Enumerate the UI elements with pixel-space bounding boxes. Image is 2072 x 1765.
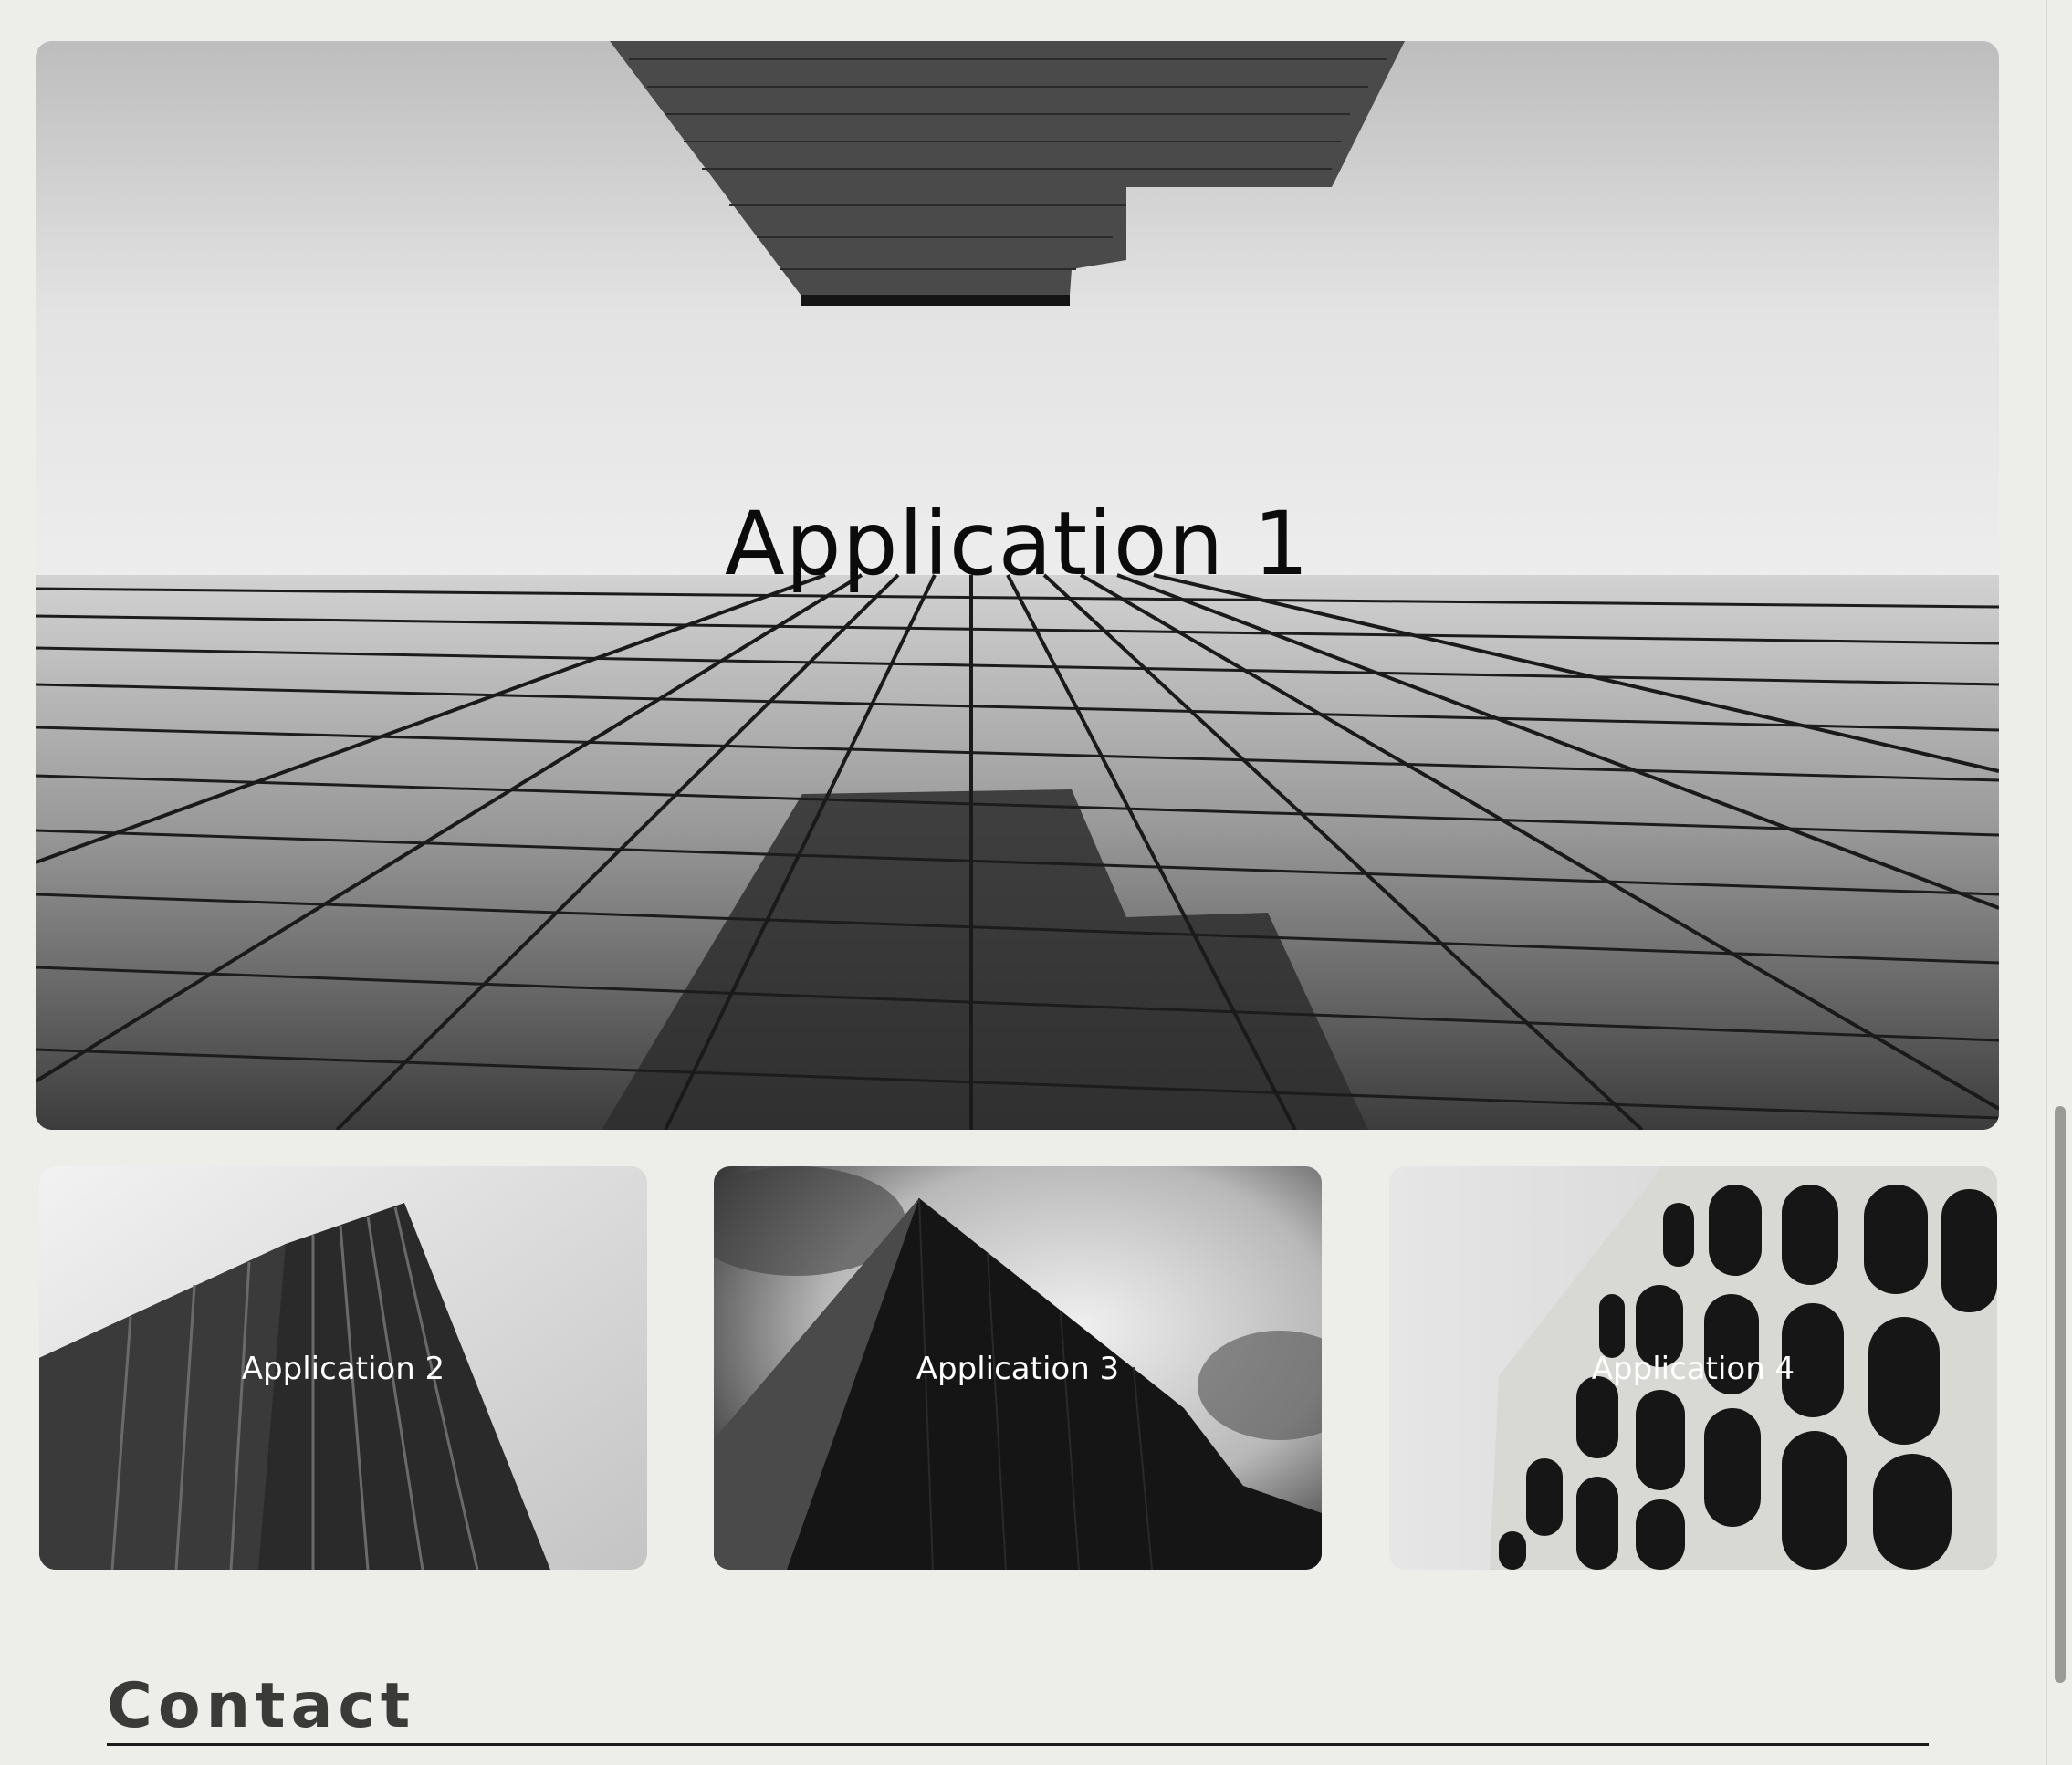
application-3-card[interactable]: Application 3	[714, 1166, 1322, 1570]
application-4-card[interactable]: Application 4	[1389, 1166, 1997, 1570]
vertical-scrollbar[interactable]	[2046, 0, 2072, 1765]
application-3-title: Application 3	[916, 1351, 1120, 1387]
application-1-card[interactable]: Application 1	[36, 41, 1999, 1130]
application-4-title: Application 4	[1591, 1351, 1795, 1387]
scrollbar-thumb[interactable]	[2055, 1106, 2066, 1683]
application-1-title: Application 1	[725, 493, 1310, 595]
contact-heading: Contact	[107, 1670, 416, 1742]
contact-divider	[107, 1743, 1929, 1746]
application-2-card[interactable]: Application 2	[39, 1166, 647, 1570]
application-2-title: Application 2	[241, 1351, 445, 1387]
